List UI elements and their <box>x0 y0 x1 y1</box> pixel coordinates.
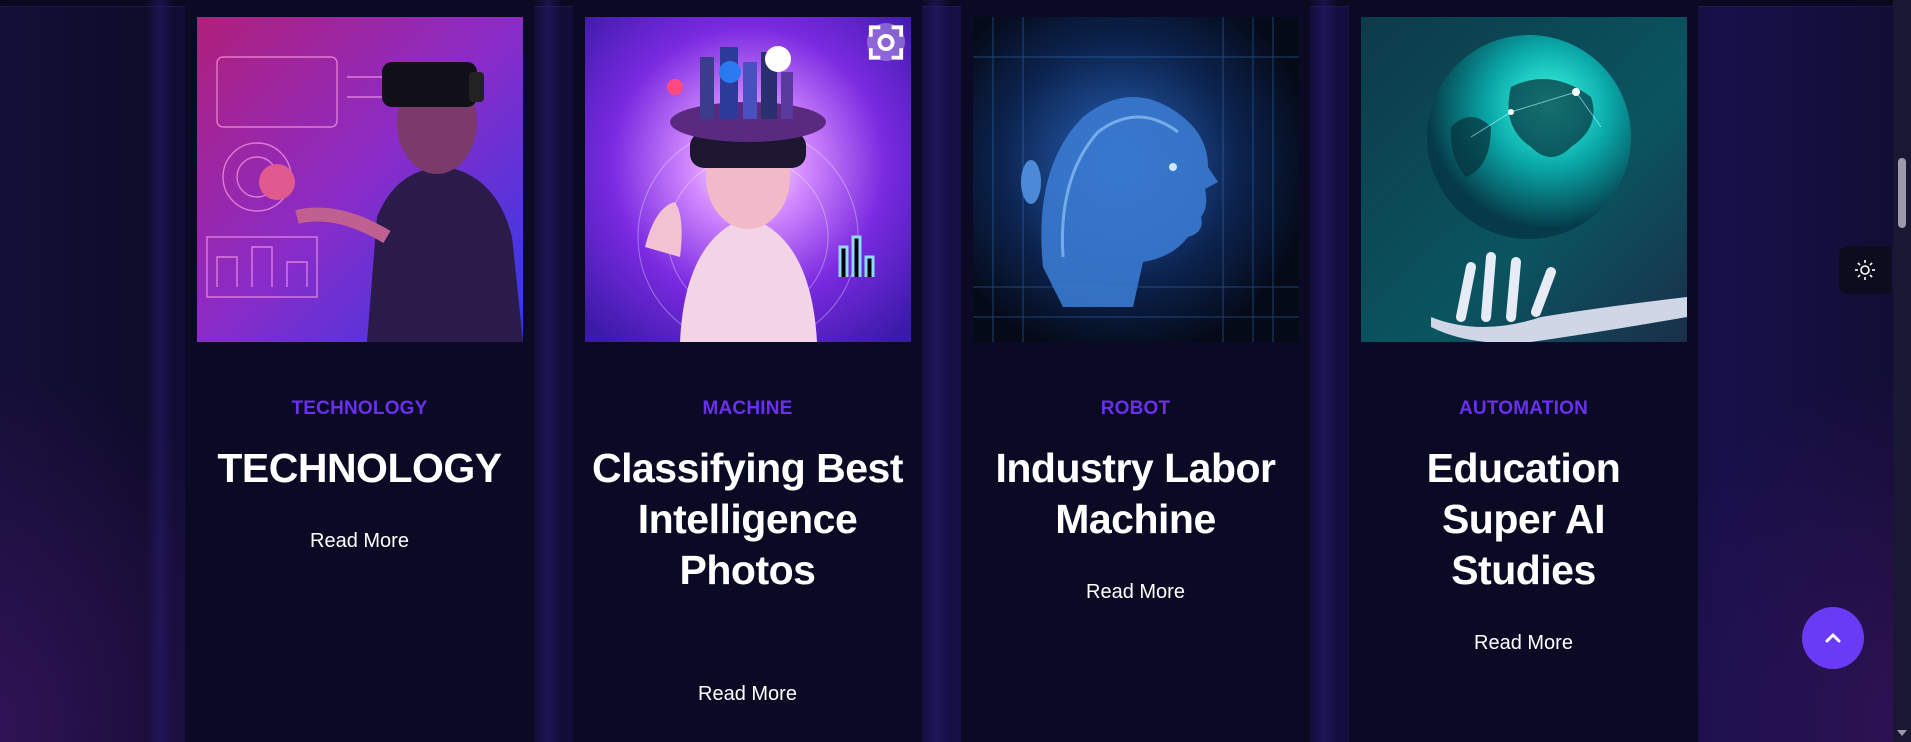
card-glow <box>922 0 950 742</box>
card-image-vr-man[interactable] <box>197 17 523 342</box>
card-glow <box>146 0 174 742</box>
blog-card: TECHNOLOGY TECHNOLOGY Read More <box>185 0 534 742</box>
blog-card: MACHINE Classifying Best Intelligence Ph… <box>573 0 922 742</box>
back-to-top-button[interactable] <box>1802 607 1864 669</box>
card-title[interactable]: TECHNOLOGY <box>203 443 516 494</box>
card-category[interactable]: AUTOMATION <box>1349 398 1698 420</box>
theme-toggle-button[interactable] <box>1839 246 1891 294</box>
chevron-up-icon <box>1825 633 1841 643</box>
card-category[interactable]: TECHNOLOGY <box>185 398 534 420</box>
card-glow <box>1310 0 1338 742</box>
blog-card: ROBOT Industry Labor Machine Read More <box>961 0 1310 742</box>
read-more-link[interactable]: Read More <box>185 530 534 553</box>
card-title[interactable]: Industry Labor Machine <box>979 443 1292 545</box>
card-image-vr-woman[interactable] <box>585 17 911 342</box>
card-category[interactable]: MACHINE <box>573 398 922 420</box>
card-category[interactable]: ROBOT <box>961 398 1310 420</box>
card-glow <box>534 0 562 742</box>
card-image-digital-head[interactable] <box>973 17 1299 342</box>
scan-icon[interactable] <box>867 23 905 61</box>
scrollbar-thumb[interactable] <box>1898 158 1906 228</box>
sun-icon <box>1855 260 1875 280</box>
card-title[interactable]: Classifying Best Intelligence Photos <box>591 443 904 596</box>
read-more-link[interactable]: Read More <box>961 581 1310 604</box>
page-scrollbar[interactable] <box>1893 0 1911 742</box>
blog-card: AUTOMATION Education Super AI Studies Re… <box>1349 0 1698 742</box>
scroll-down-arrow-icon[interactable] <box>1897 730 1907 736</box>
read-more-link[interactable]: Read More <box>1349 632 1698 655</box>
card-title[interactable]: Education Super AI Studies <box>1367 443 1680 596</box>
card-image-robot-globe[interactable] <box>1361 17 1687 342</box>
read-more-link[interactable]: Read More <box>573 683 922 706</box>
